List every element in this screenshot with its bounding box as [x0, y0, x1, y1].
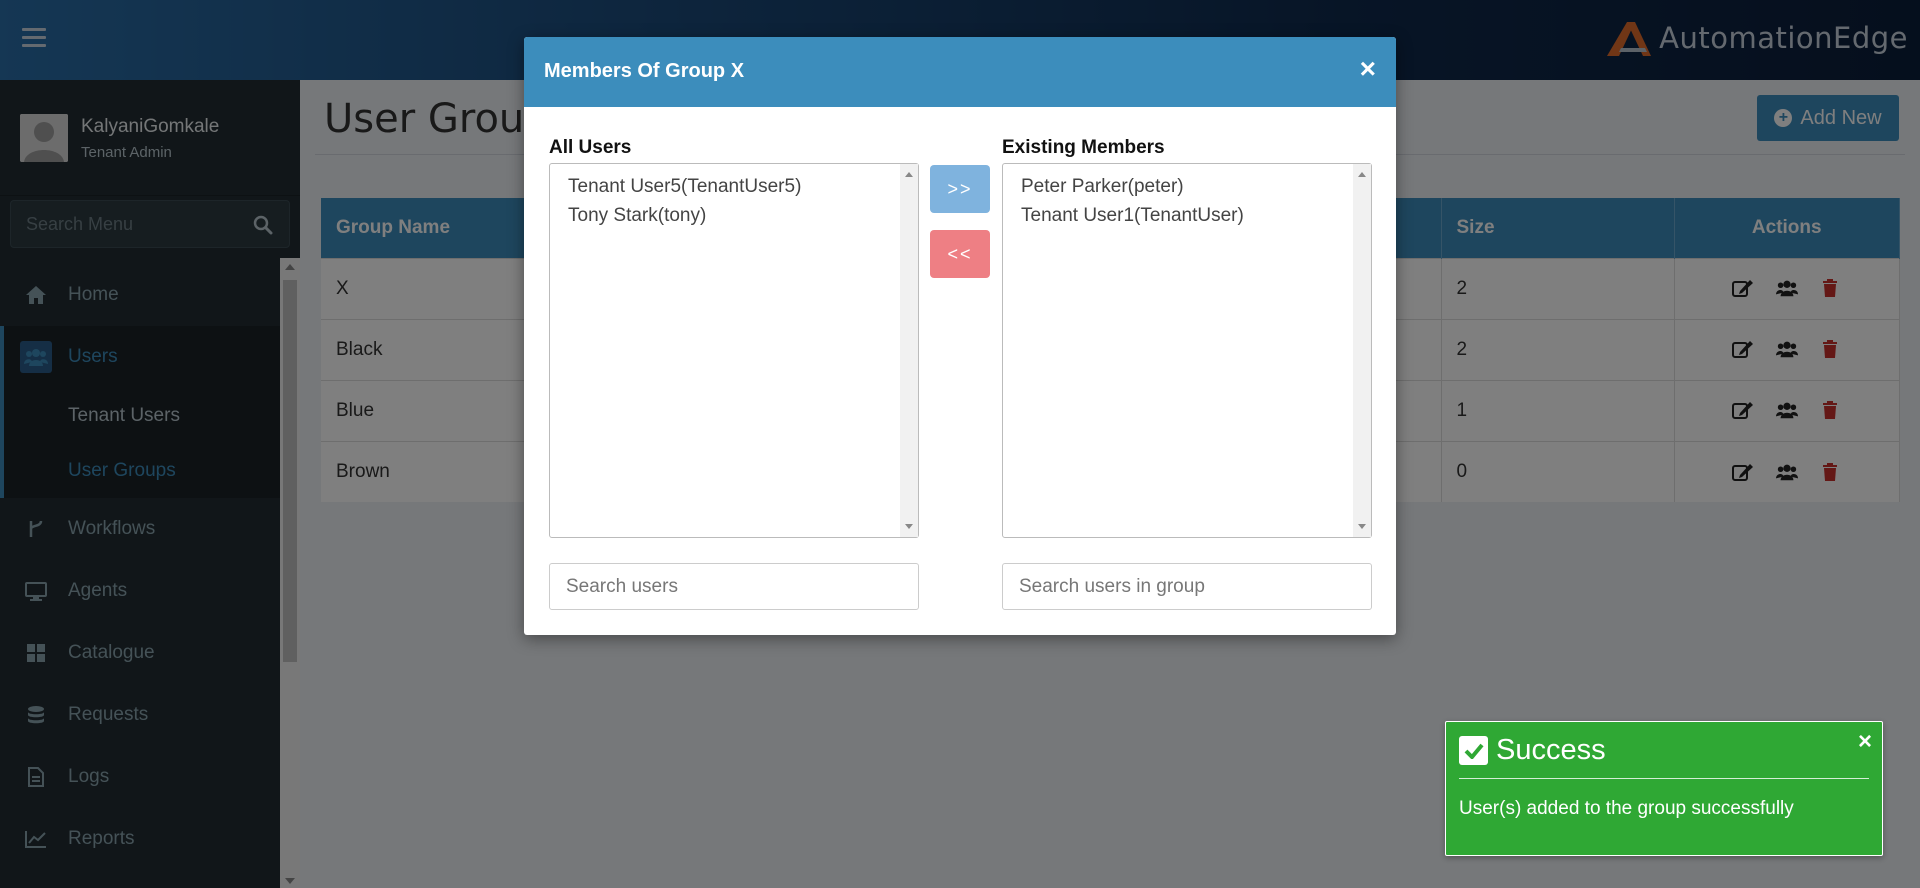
- list-item[interactable]: Peter Parker(peter): [1003, 172, 1371, 201]
- toast-message: User(s) added to the group successfully: [1459, 798, 1794, 819]
- success-toast: Success × User(s) added to the group suc…: [1445, 721, 1883, 856]
- search-users-input[interactable]: [550, 564, 918, 609]
- toast-title: Success: [1459, 734, 1606, 767]
- existing-members-list[interactable]: Peter Parker(peter) Tenant User1(TenantU…: [1002, 163, 1372, 538]
- all-users-list[interactable]: Tenant User5(TenantUser5) Tony Stark(ton…: [549, 163, 919, 538]
- search-group-box: [1002, 563, 1372, 610]
- all-users-label: All Users: [549, 137, 632, 158]
- add-members-button[interactable]: >>: [930, 165, 990, 213]
- search-users-box: [549, 563, 919, 610]
- close-icon[interactable]: ×: [1360, 55, 1376, 83]
- search-group-input[interactable]: [1003, 564, 1371, 609]
- list-item[interactable]: Tenant User5(TenantUser5): [550, 172, 918, 201]
- toast-divider: [1459, 778, 1869, 779]
- close-icon[interactable]: ×: [1858, 728, 1872, 756]
- list-item[interactable]: Tony Stark(tony): [550, 201, 918, 230]
- existing-members-label: Existing Members: [1002, 137, 1165, 158]
- modal-title: Members Of Group X: [544, 60, 745, 82]
- list-item[interactable]: Tenant User1(TenantUser): [1003, 201, 1371, 230]
- list-scrollbar[interactable]: [900, 164, 918, 537]
- list-scrollbar[interactable]: [1353, 164, 1371, 537]
- members-modal: Members Of Group X × All Users Tenant Us…: [524, 37, 1396, 635]
- check-icon: [1459, 736, 1488, 765]
- modal-header: Members Of Group X ×: [524, 37, 1396, 107]
- toast-title-text: Success: [1496, 734, 1606, 766]
- remove-members-button[interactable]: <<: [930, 230, 990, 278]
